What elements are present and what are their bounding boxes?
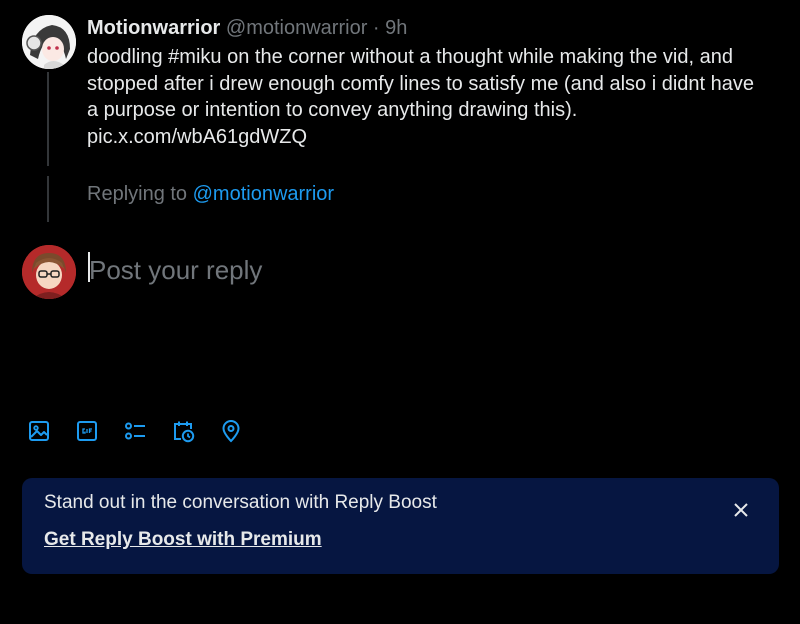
close-banner-button[interactable] xyxy=(728,497,754,523)
image-icon xyxy=(29,421,49,441)
thread-line xyxy=(47,72,49,166)
thread-line xyxy=(47,176,49,222)
post-text-line: a purpose or intention to convey anythin… xyxy=(87,99,578,121)
post-header: Motionwarrior @motionwarrior · 9h xyxy=(87,16,407,40)
banner-message: Stand out in the conversation with Reply… xyxy=(44,492,437,513)
header-separator: · xyxy=(372,17,380,39)
close-icon xyxy=(734,503,748,517)
post-time[interactable]: 9h xyxy=(385,17,407,39)
schedule-post-button[interactable] xyxy=(168,416,198,446)
replying-to-prefix: Replying to xyxy=(87,183,188,205)
replying-to-handle[interactable]: @motionwarrior xyxy=(193,183,334,205)
replying-to: Replying to @motionwarrior xyxy=(87,181,334,207)
reply-boost-banner: Stand out in the conversation with Reply… xyxy=(22,478,779,574)
get-premium-link[interactable]: Get Reply Boost with Premium xyxy=(44,529,322,551)
user-avatar[interactable] xyxy=(22,245,76,299)
user-avatar-image xyxy=(22,245,76,299)
add-poll-button[interactable] xyxy=(120,416,150,446)
reply-input[interactable] xyxy=(87,250,779,290)
location-icon xyxy=(222,420,240,443)
post-text: doodling #miku on the corner without a t… xyxy=(87,44,787,150)
add-media-button[interactable] xyxy=(24,416,54,446)
gif-icon xyxy=(77,421,97,441)
poll-icon xyxy=(125,422,145,440)
author-name[interactable]: Motionwarrior xyxy=(87,17,220,39)
post-text-line: stopped after i drew enough comfy lines … xyxy=(87,72,755,95)
author-avatar[interactable] xyxy=(22,15,76,69)
add-gif-button[interactable] xyxy=(72,416,102,446)
post-text-line: doodling #miku on the corner without a t… xyxy=(87,46,733,68)
post-media-link[interactable]: pic.x.com/wbA61gdWZQ xyxy=(87,124,787,151)
author-handle[interactable]: @motionwarrior xyxy=(226,17,367,39)
tag-location-button[interactable] xyxy=(216,416,246,446)
author-avatar-image xyxy=(22,15,76,69)
schedule-icon xyxy=(174,421,195,443)
